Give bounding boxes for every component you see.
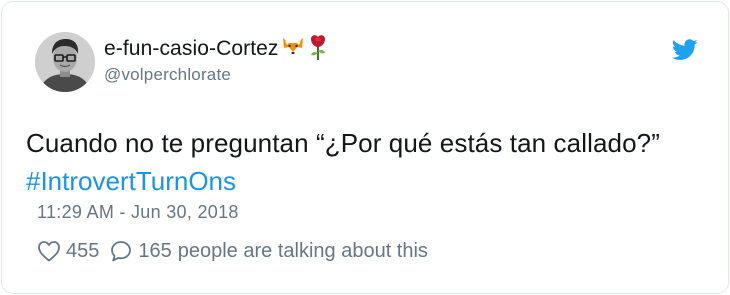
rose-icon: [307, 34, 329, 65]
fox-face-icon: [281, 35, 305, 64]
tweet-card: e-fun-casio-Cortez @volperchlorate Cuand…: [1, 1, 729, 294]
talking-about-text[interactable]: people are talking about this: [178, 240, 428, 263]
user-block: e-fun-casio-Cortez @volperchlorate: [104, 34, 329, 85]
twitter-bird-icon[interactable]: [672, 39, 698, 61]
like-count[interactable]: 455: [66, 240, 99, 263]
display-name[interactable]: e-fun-casio-Cortez: [104, 37, 279, 61]
action-bar: 455 165 people are talking about this: [37, 236, 428, 266]
heart-icon[interactable]: [37, 240, 61, 262]
user-handle[interactable]: @volperchlorate: [104, 65, 329, 85]
avatar-image: [35, 32, 95, 92]
reply-bubble-icon[interactable]: [109, 239, 133, 263]
hashtag-link[interactable]: #IntrovertTurnOns: [26, 166, 236, 197]
name-row: e-fun-casio-Cortez: [104, 34, 329, 65]
tweet-timestamp[interactable]: 11:29 AM - Jun 30, 2018: [37, 202, 239, 223]
tweet-text: Cuando no te preguntan “¿Por qué estás t…: [26, 128, 660, 158]
reply-count[interactable]: 165: [138, 240, 171, 263]
avatar[interactable]: [35, 32, 95, 92]
